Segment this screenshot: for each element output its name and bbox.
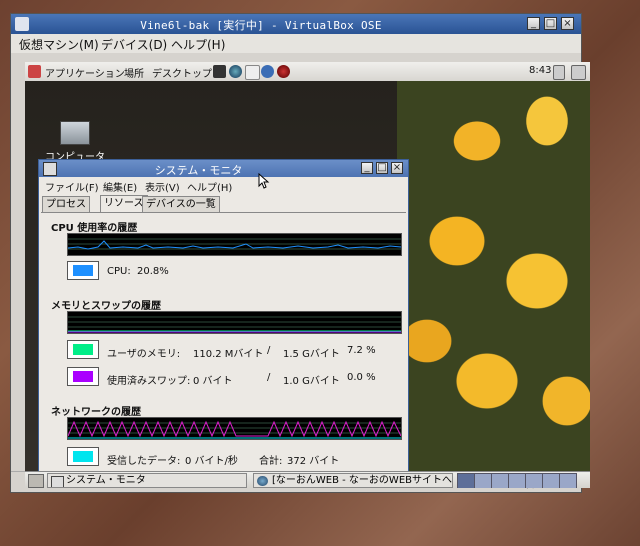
sm-menu-file[interactable]: ファイル(F)	[45, 179, 99, 194]
mouse-cursor-icon	[258, 173, 270, 189]
text-editor-icon[interactable]	[245, 65, 260, 80]
guest-desktop[interactable]: コンピュータ システム・モニタ _ □ × ファイル(F) 編集(E) 表示(V…	[25, 81, 590, 488]
workspace-3[interactable]	[491, 473, 509, 488]
workspace-7[interactable]	[559, 473, 577, 488]
help-icon[interactable]	[261, 65, 274, 78]
system-monitor-menubar: ファイル(F) 編集(E) 表示(V) ヘルプ(H)	[39, 177, 408, 194]
cpu-value: 20.8%	[137, 266, 169, 277]
cpu-color-button[interactable]	[67, 261, 99, 280]
memory-history-graph	[67, 311, 402, 334]
network-history-graph	[67, 417, 402, 440]
received-total: 372 バイト	[287, 456, 340, 467]
cpu-history-heading: CPU 使用率の履歴	[51, 223, 138, 234]
user-memory-total: 1.5 Gバイト	[283, 349, 340, 360]
swap-color-button[interactable]	[67, 367, 99, 386]
cpu-history-plot	[67, 238, 402, 250]
received-color-button[interactable]	[67, 447, 99, 466]
menu-devices[interactable]: デバイス(D)	[101, 36, 167, 53]
sm-menu-edit[interactable]: 編集(E)	[103, 179, 137, 194]
tab-resources[interactable]: リソース	[100, 195, 148, 213]
menu-machine[interactable]: 仮想マシン(M)	[19, 36, 99, 53]
window-title: Vine6l-bak [実行中] - VirtualBox OSE	[140, 19, 382, 32]
minimize-icon[interactable]: _	[527, 17, 540, 30]
sm-minimize-icon[interactable]: _	[361, 162, 373, 174]
maximize-icon[interactable]: □	[544, 17, 557, 30]
network-history-plot	[67, 420, 402, 439]
virtualbox-window: Vine6l-bak [実行中] - VirtualBox OSE _ □ × …	[10, 13, 590, 493]
bug-icon[interactable]	[277, 65, 290, 78]
user-memory-sep: /	[267, 345, 271, 356]
foot-menu-icon[interactable]	[28, 65, 41, 78]
cpu-label: CPU:	[107, 266, 131, 277]
desktop-icon-computer[interactable]: コンピュータ	[45, 121, 105, 163]
system-monitor-title: システム・モニタ	[154, 164, 243, 177]
sm-maximize-icon[interactable]: □	[376, 162, 388, 174]
show-desktop-icon[interactable]	[28, 474, 44, 488]
guest-top-panel: アプリケーション 場所 デスクトップ 8:43	[25, 62, 590, 82]
virtualbox-menubar: 仮想マシン(M) デバイス(D) ヘルプ(H)	[11, 34, 581, 53]
cpu-history-graph	[67, 233, 402, 256]
panel-clock[interactable]: 8:43	[529, 65, 551, 76]
memory-color-button[interactable]	[67, 340, 99, 359]
network-history-heading: ネットワークの履歴	[51, 407, 141, 418]
close-icon[interactable]: ×	[561, 17, 574, 30]
system-monitor-task-icon	[51, 476, 64, 487]
swap-label: 使用済みスワップ:	[107, 376, 191, 387]
swap-sep: /	[267, 372, 271, 383]
swap-used: 0 バイト	[193, 376, 233, 387]
memory-color-swatch	[73, 344, 93, 355]
tab-devices[interactable]: デバイスの一覧	[142, 196, 220, 212]
resources-panel: CPU 使用率の履歴 CPU: 20.8% メモリとスワップの履歴 ユーザのメモ…	[41, 212, 406, 488]
memory-history-heading: メモリとスワップの履歴	[51, 301, 161, 312]
volume-icon[interactable]	[553, 65, 565, 80]
swap-total: 1.0 Gバイト	[283, 376, 340, 387]
guest-screen[interactable]: アプリケーション 場所 デスクトップ 8:43 コンピュータ システム・モニタ	[25, 62, 590, 488]
wallpaper-flowers	[397, 81, 590, 471]
workspace-2[interactable]	[474, 473, 492, 488]
sm-menu-view[interactable]: 表示(V)	[145, 179, 180, 194]
guest-bottom-panel: システム・モニタ [なーおんWEB - なーおのWEBサイトへ...	[25, 471, 590, 488]
task-browser-label: [なーおんWEB - なーおのWEBサイトへ...	[272, 475, 453, 486]
user-memory-used: 110.2 Mバイト	[193, 349, 264, 360]
workspace-4[interactable]	[508, 473, 526, 488]
workspace-5[interactable]	[525, 473, 543, 488]
network-status-icon[interactable]	[571, 65, 586, 80]
received-color-swatch	[73, 451, 93, 462]
received-rate: 0 バイト/秒	[185, 456, 238, 467]
browser-icon[interactable]	[229, 65, 242, 78]
user-memory-percent: 7.2 %	[347, 345, 376, 356]
memory-history-plot	[68, 316, 401, 333]
browser-task-icon	[257, 476, 268, 486]
panel-applications[interactable]: アプリケーション	[45, 65, 125, 80]
cpu-color-swatch	[73, 265, 93, 276]
task-system-monitor[interactable]: システム・モニタ	[47, 473, 247, 488]
panel-places[interactable]: 場所	[124, 65, 144, 80]
tab-processes[interactable]: プロセス	[42, 196, 90, 212]
menu-help[interactable]: ヘルプ(H)	[171, 36, 225, 53]
sm-close-icon[interactable]: ×	[391, 162, 403, 174]
virtualbox-titlebar[interactable]: Vine6l-bak [実行中] - VirtualBox OSE _ □ ×	[11, 14, 581, 34]
user-memory-label: ユーザのメモリ:	[107, 349, 181, 360]
received-total-label: 合計:	[259, 456, 283, 467]
system-monitor-window: システム・モニタ _ □ × ファイル(F) 編集(E) 表示(V) ヘルプ(H…	[38, 159, 409, 488]
panel-desktop[interactable]: デスクトップ	[152, 65, 212, 80]
task-browser[interactable]: [なーおんWEB - なーおのWEBサイトへ...	[253, 473, 453, 488]
swap-percent: 0.0 %	[347, 372, 376, 383]
computer-icon	[60, 121, 90, 145]
swap-color-swatch	[73, 371, 93, 382]
sm-menu-help[interactable]: ヘルプ(H)	[187, 179, 232, 194]
task-system-monitor-label: システム・モニタ	[66, 475, 146, 486]
workspace-1[interactable]	[457, 473, 475, 488]
workspace-6[interactable]	[542, 473, 560, 488]
system-monitor-titlebar[interactable]: システム・モニタ _ □ ×	[39, 160, 408, 177]
terminal-icon[interactable]	[213, 65, 226, 78]
received-label: 受信したデータ:	[107, 456, 181, 467]
